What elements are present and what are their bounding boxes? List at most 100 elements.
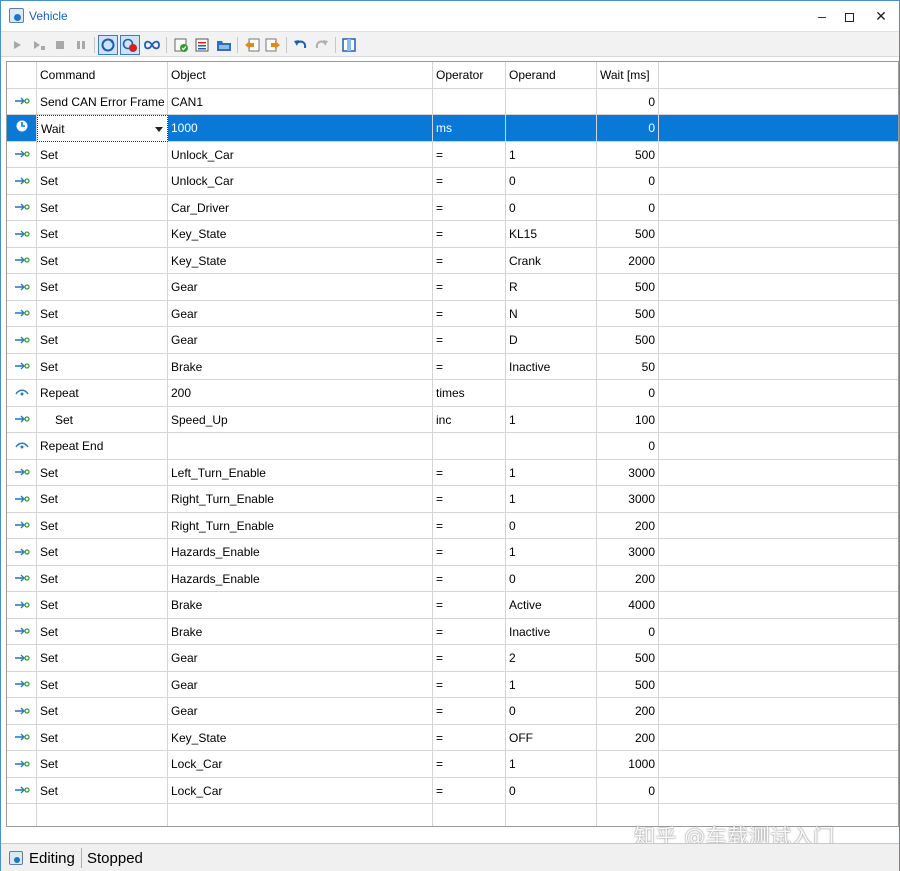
minimize-button[interactable]: – (807, 5, 837, 27)
object-cell[interactable]: Brake (168, 353, 433, 380)
operator-cell[interactable]: = (433, 274, 506, 301)
operand-cell[interactable] (506, 115, 597, 142)
wait-cell[interactable]: 100 (597, 406, 659, 433)
maximize-button[interactable] (834, 5, 864, 27)
table-row[interactable]: Set Unlock_Car = 1 500 (7, 141, 898, 168)
table-row[interactable]: Set Key_State = OFF 200 (7, 724, 898, 751)
wait-cell[interactable]: 200 (597, 565, 659, 592)
table-row[interactable]: Set Brake = Inactive 0 (7, 618, 898, 645)
wait-cell[interactable]: 0 (597, 168, 659, 195)
redo-button[interactable] (312, 35, 332, 55)
wait-cell[interactable]: 0 (597, 618, 659, 645)
operator-cell[interactable]: = (433, 751, 506, 778)
command-cell[interactable]: Set (37, 777, 168, 804)
object-cell[interactable]: 1000 (168, 115, 433, 142)
operand-cell[interactable]: N (506, 300, 597, 327)
operand-cell[interactable]: Crank (506, 247, 597, 274)
folder-button[interactable] (214, 35, 234, 55)
table-row[interactable]: Set Car_Driver = 0 0 (7, 194, 898, 221)
object-cell[interactable]: Lock_Car (168, 777, 433, 804)
operand-cell[interactable]: R (506, 274, 597, 301)
command-cell[interactable]: Set (37, 327, 168, 354)
header-operator[interactable]: Operator (433, 62, 506, 89)
table-row[interactable]: Set Gear = R 500 (7, 274, 898, 301)
object-cell[interactable]: Key_State (168, 247, 433, 274)
object-cell[interactable]: Hazards_Enable (168, 539, 433, 566)
infinite-loop-button[interactable] (142, 35, 162, 55)
operand-cell[interactable] (506, 433, 597, 460)
operator-cell[interactable] (433, 88, 506, 115)
operand-cell[interactable]: 0 (506, 168, 597, 195)
operator-cell[interactable]: = (433, 353, 506, 380)
operator-cell[interactable]: = (433, 592, 506, 619)
operator-cell[interactable]: = (433, 486, 506, 513)
command-cell[interactable]: Set (37, 459, 168, 486)
operand-cell[interactable]: Inactive (506, 353, 597, 380)
close-button[interactable]: ✕ (866, 5, 896, 27)
wait-cell[interactable]: 1000 (597, 751, 659, 778)
wait-cell[interactable]: 500 (597, 327, 659, 354)
command-cell[interactable]: Set (37, 486, 168, 513)
operand-cell[interactable]: 1 (506, 539, 597, 566)
table-row[interactable]: Set Right_Turn_Enable = 0 200 (7, 512, 898, 539)
wait-cell[interactable]: 0 (597, 433, 659, 460)
command-cell[interactable]: Set (37, 512, 168, 539)
operand-cell[interactable]: Active (506, 592, 597, 619)
wait-cell[interactable]: 3000 (597, 459, 659, 486)
operand-cell[interactable]: KL15 (506, 221, 597, 248)
operand-cell[interactable]: 1 (506, 406, 597, 433)
object-cell[interactable]: Gear (168, 327, 433, 354)
header-object[interactable]: Object (168, 62, 433, 89)
wait-cell[interactable]: 0 (597, 777, 659, 804)
operand-cell[interactable]: 0 (506, 194, 597, 221)
command-cell[interactable]: Set (37, 194, 168, 221)
object-cell[interactable]: Gear (168, 698, 433, 725)
command-dropdown[interactable]: Wait (37, 115, 168, 142)
object-cell[interactable]: Gear (168, 671, 433, 698)
operand-cell[interactable] (506, 88, 597, 115)
table-row[interactable]: Set Lock_Car = 0 0 (7, 777, 898, 804)
command-cell[interactable]: Repeat (37, 380, 168, 407)
operand-cell[interactable]: 2 (506, 645, 597, 672)
table-row[interactable]: Set Key_State = KL15 500 (7, 221, 898, 248)
command-cell[interactable]: Set (37, 274, 168, 301)
object-cell[interactable]: 200 (168, 380, 433, 407)
wait-cell[interactable]: 0 (597, 115, 659, 142)
operator-cell[interactable]: = (433, 618, 506, 645)
operator-cell[interactable]: = (433, 247, 506, 274)
wait-cell[interactable]: 4000 (597, 592, 659, 619)
title-bar[interactable]: Vehicle – ✕ (1, 1, 899, 31)
export-button[interactable] (263, 35, 283, 55)
object-cell[interactable]: Gear (168, 274, 433, 301)
command-cell[interactable]: Set (37, 247, 168, 274)
operator-cell[interactable]: = (433, 300, 506, 327)
command-cell[interactable]: Set (37, 698, 168, 725)
command-cell[interactable]: Repeat End (37, 433, 168, 460)
wait-cell[interactable]: 0 (597, 88, 659, 115)
chevron-down-icon[interactable] (155, 127, 163, 132)
operator-cell[interactable]: times (433, 380, 506, 407)
operator-cell[interactable]: = (433, 141, 506, 168)
operand-cell[interactable] (506, 380, 597, 407)
table-row[interactable]: Set Lock_Car = 1 1000 (7, 751, 898, 778)
command-cell[interactable]: Set (37, 539, 168, 566)
command-cell[interactable]: Set (37, 221, 168, 248)
object-cell[interactable]: Brake (168, 618, 433, 645)
command-cell[interactable]: Set (37, 724, 168, 751)
table-row[interactable]: Repeat End 0 (7, 433, 898, 460)
object-cell[interactable]: Left_Turn_Enable (168, 459, 433, 486)
command-cell[interactable]: Send CAN Error Frame (37, 88, 168, 115)
object-cell[interactable]: Lock_Car (168, 751, 433, 778)
command-cell[interactable]: Set (37, 141, 168, 168)
operand-cell[interactable]: 1 (506, 751, 597, 778)
operator-cell[interactable]: = (433, 221, 506, 248)
object-cell[interactable]: Car_Driver (168, 194, 433, 221)
wait-cell[interactable]: 0 (597, 380, 659, 407)
wait-cell[interactable]: 500 (597, 141, 659, 168)
header-command[interactable]: Command (37, 62, 168, 89)
command-cell[interactable]: Set (37, 751, 168, 778)
table-row[interactable]: Set Gear = 2 500 (7, 645, 898, 672)
wait-cell[interactable]: 500 (597, 645, 659, 672)
object-cell[interactable]: Unlock_Car (168, 141, 433, 168)
table-row[interactable]: Set Gear = N 500 (7, 300, 898, 327)
